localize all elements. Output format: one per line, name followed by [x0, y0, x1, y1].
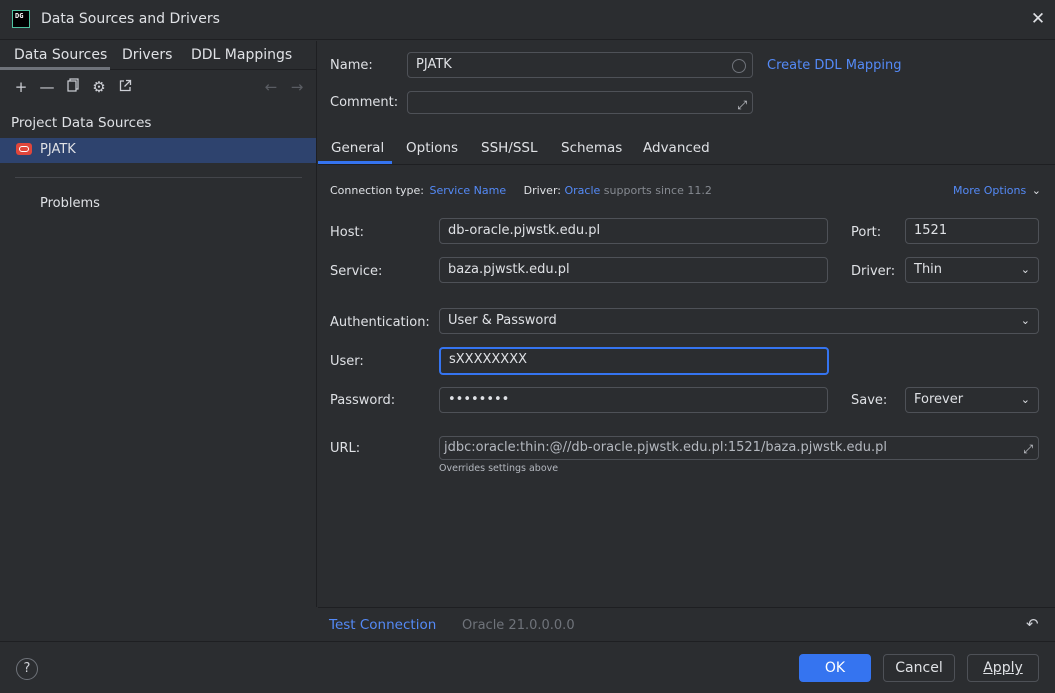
tab-ddl-mappings[interactable]: DDL Mappings	[191, 47, 292, 63]
datagrip-app-icon: DG	[12, 10, 30, 28]
oracle-icon	[16, 143, 32, 155]
remove-icon[interactable]: —	[37, 77, 57, 97]
service-input[interactable]: baza.pjwstk.edu.pl	[439, 257, 828, 283]
password-label: Password:	[330, 393, 396, 408]
driver-link[interactable]: Oracle	[565, 184, 601, 197]
chevron-down-icon: ⌄	[1020, 393, 1030, 406]
duplicate-icon[interactable]	[63, 77, 83, 97]
port-input[interactable]: 1521	[905, 218, 1039, 244]
save-select[interactable]: Forever ⌄	[905, 387, 1039, 413]
driver-version: Oracle 21.0.0.0.0	[462, 618, 575, 633]
expand-icon[interactable]: ⤢	[737, 93, 747, 113]
chevron-down-icon: ⌄	[1020, 263, 1030, 276]
back-arrow-icon[interactable]: ←	[261, 77, 281, 97]
url-value: jdbc:oracle:thin:@//db-oracle.pjwstk.edu…	[444, 440, 887, 455]
left-pane: Data Sources Drivers DDL Mappings + — ⚙ …	[0, 41, 317, 607]
chevron-down-icon: ⌄	[1020, 314, 1030, 327]
expand-icon[interactable]: ⤢	[1023, 438, 1033, 459]
host-input[interactable]: db-oracle.pjwstk.edu.pl	[439, 218, 828, 244]
tab-general[interactable]: General	[331, 140, 384, 156]
chevron-down-icon: ⌄	[1031, 184, 1041, 197]
revert-icon[interactable]: ↶	[1026, 615, 1039, 633]
comment-label: Comment:	[330, 95, 399, 110]
data-source-item-pjatk[interactable]: PJATK	[0, 138, 316, 163]
active-tab-indicator	[318, 161, 392, 164]
title-bar: DG Data Sources and Drivers ✕	[0, 0, 1055, 40]
apply-button[interactable]: Apply	[967, 654, 1039, 682]
ok-button[interactable]: OK	[799, 654, 871, 682]
separator	[15, 177, 302, 178]
connection-type-label: Connection type:	[330, 184, 425, 197]
bottom-bar: ? OK Cancel Apply	[0, 641, 1055, 693]
port-label: Port:	[851, 225, 882, 240]
close-icon[interactable]: ✕	[1029, 10, 1047, 28]
forward-arrow-icon[interactable]: →	[287, 77, 307, 97]
connection-type-row: Connection type: Service Name Driver: Or…	[330, 184, 712, 197]
name-value: PJATK	[416, 57, 452, 72]
password-input[interactable]: ••••••••	[439, 387, 828, 413]
tab-schemas[interactable]: Schemas	[561, 140, 622, 156]
url-input[interactable]: jdbc:oracle:thin:@//db-oracle.pjwstk.edu…	[439, 436, 1039, 460]
tabs-divider	[318, 164, 1055, 165]
authentication-label: Authentication:	[330, 315, 430, 330]
user-label: User:	[330, 354, 364, 369]
settings-gear-icon[interactable]: ⚙	[89, 77, 109, 97]
right-pane: Name: PJATK Create DDL Mapping Comment: …	[318, 41, 1055, 607]
active-tab-indicator	[0, 67, 110, 70]
host-label: Host:	[330, 225, 364, 240]
more-options-link[interactable]: More Options ⌄	[953, 184, 1041, 197]
authentication-select[interactable]: User & Password ⌄	[439, 308, 1039, 334]
save-label: Save:	[851, 393, 888, 408]
tab-advanced[interactable]: Advanced	[643, 140, 710, 156]
window-title: Data Sources and Drivers	[41, 11, 220, 27]
add-icon[interactable]: +	[11, 77, 31, 97]
name-input[interactable]: PJATK	[407, 52, 753, 78]
driver-note: supports since 11.2	[603, 184, 712, 197]
url-note: Overrides settings above	[439, 463, 559, 474]
help-icon[interactable]: ?	[16, 658, 38, 680]
problems-item[interactable]: Problems	[40, 196, 100, 211]
driver-select-label: Driver:	[851, 264, 896, 279]
connection-type-link[interactable]: Service Name	[430, 184, 507, 197]
status-strip: Test Connection Oracle 21.0.0.0.0 ↶	[318, 607, 1055, 641]
tab-drivers[interactable]: Drivers	[122, 47, 172, 63]
tab-data-sources[interactable]: Data Sources	[14, 47, 107, 63]
user-input[interactable]: sXXXXXXXX	[439, 347, 829, 375]
test-connection-link[interactable]: Test Connection	[329, 617, 436, 633]
url-label: URL:	[330, 441, 361, 456]
color-circle-icon[interactable]	[732, 59, 746, 73]
service-label: Service:	[330, 264, 383, 279]
data-source-name: PJATK	[40, 142, 76, 157]
project-data-sources-label: Project Data Sources	[11, 115, 152, 131]
tab-options[interactable]: Options	[406, 140, 458, 156]
tab-ssh-ssl[interactable]: SSH/SSL	[481, 140, 538, 156]
open-external-icon[interactable]	[115, 77, 135, 97]
comment-input[interactable]: ⤢	[407, 91, 753, 114]
create-ddl-mapping-link[interactable]: Create DDL Mapping	[767, 58, 902, 73]
driver-label: Driver:	[523, 184, 561, 197]
driver-select[interactable]: Thin ⌄	[905, 257, 1039, 283]
cancel-button[interactable]: Cancel	[883, 654, 955, 682]
name-label: Name:	[330, 58, 373, 73]
